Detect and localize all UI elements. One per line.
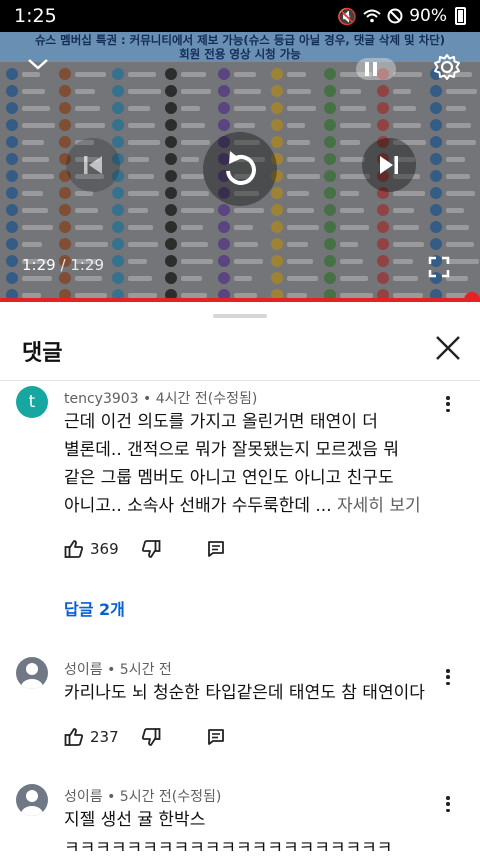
reply-icon[interactable]	[207, 728, 225, 746]
collapse-chevron-icon[interactable]	[26, 56, 50, 72]
next-button[interactable]	[362, 138, 416, 192]
comment-line: 아니고.. 소속사 선배가 수두룩한데 ... 자세히 보기	[64, 492, 434, 520]
sheet-divider	[0, 380, 480, 381]
comments-title: 댓글	[22, 341, 63, 366]
current-time: 1:29	[22, 256, 56, 274]
view-replies-button[interactable]: 답글 2개	[64, 596, 125, 620]
pause-icon	[365, 62, 369, 76]
comment-line: 지젤 생선 귤 한박스	[64, 810, 206, 830]
more-options-icon[interactable]	[440, 394, 456, 414]
skip-next-icon	[380, 156, 398, 174]
do-not-disturb-icon	[387, 8, 403, 24]
comment-line: 근데 이건 의도를 가지고 올린거면 태연이 더	[64, 412, 378, 432]
like-button[interactable]: 369	[64, 539, 119, 559]
comment-line-text: 아니고.. 소속사 선배가 수두룩한데 ...	[64, 496, 332, 516]
battery-icon	[455, 7, 466, 25]
comment-line: ㅋㅋㅋㅋㅋㅋㅋㅋㅋㅋㅋㅋㅋㅋㅋㅋㅋㅋㅋㅋㅋ	[64, 838, 393, 858]
battery-percent: 90%	[409, 6, 447, 26]
avatar[interactable]	[16, 657, 48, 689]
default-avatar-icon	[21, 790, 43, 816]
replay-icon	[226, 151, 256, 185]
fullscreen-icon[interactable]	[428, 256, 450, 278]
comment-line: 별론데.. 갠적으로 뭐가 잘못됐는지 모르겠음 뭐	[64, 440, 399, 460]
video-player[interactable]: 슈스 멤버십 특권 : 커뮤니티에서 제보 가능(슈스 등급 아닐 경우, 댓글…	[0, 32, 480, 300]
comment-meta: tency3903 • 4시간 전(수정됨)	[64, 391, 258, 407]
comment-text: 지젤 생선 귤 한박스 ㅋㅋㅋㅋㅋㅋㅋㅋㅋㅋㅋㅋㅋㅋㅋㅋㅋㅋㅋㅋㅋ	[64, 806, 434, 862]
thumbs-down-icon[interactable]	[141, 727, 161, 747]
avatar[interactable]	[16, 784, 48, 816]
read-more-link[interactable]: 자세히 보기	[337, 496, 421, 516]
like-count: 237	[90, 728, 119, 746]
previous-button[interactable]	[66, 138, 120, 192]
default-avatar-icon	[21, 663, 43, 689]
mute-icon: 🔇	[337, 6, 358, 26]
thumbs-up-icon	[64, 540, 84, 558]
comment-line: 같은 그룹 멤버도 아니고 연인도 아니고 친구도	[64, 468, 394, 488]
like-count: 369	[90, 540, 119, 558]
comment-meta: 성이름 • 5시간 전	[64, 662, 172, 678]
time-separator: /	[60, 256, 66, 274]
comment-text: 카리나도 뇌 청순한 타입같은데 태연도 참 태연이다	[64, 679, 454, 707]
comments-sheet: 댓글 t tency3903 • 4시간 전(수정됨) 근데 이건 의도를 가지…	[0, 302, 480, 858]
avatar[interactable]: t	[16, 386, 48, 418]
more-options-icon[interactable]	[440, 794, 456, 814]
drag-handle[interactable]	[213, 314, 267, 318]
thumbs-down-icon[interactable]	[141, 539, 161, 559]
comment-text: 근데 이건 의도를 가지고 올린거면 태연이 더 별론데.. 갠적으로 뭐가 잘…	[64, 408, 434, 520]
comment-actions: 369	[64, 536, 225, 562]
comment-line: 카리나도 뇌 청순한 타입같은데 태연도 참 태연이다	[64, 683, 425, 703]
like-button[interactable]: 237	[64, 727, 119, 747]
replay-button[interactable]	[203, 132, 277, 206]
wifi-icon	[363, 9, 381, 23]
thumbs-up-icon	[64, 728, 84, 746]
comment-actions: 237	[64, 724, 225, 750]
playback-time: 1:29 / 1:29	[22, 256, 104, 274]
pause-toggle[interactable]	[356, 58, 396, 80]
settings-gear-icon[interactable]	[432, 52, 462, 82]
reply-icon[interactable]	[207, 540, 225, 558]
comment-meta: 성이름 • 5시간 전(수정됨)	[64, 789, 222, 805]
status-bar: 1:25 🔇 90%	[0, 0, 480, 32]
duration: 1:29	[70, 256, 104, 274]
close-icon[interactable]	[432, 332, 464, 364]
status-time: 1:25	[14, 5, 57, 27]
skip-previous-icon	[84, 156, 102, 174]
